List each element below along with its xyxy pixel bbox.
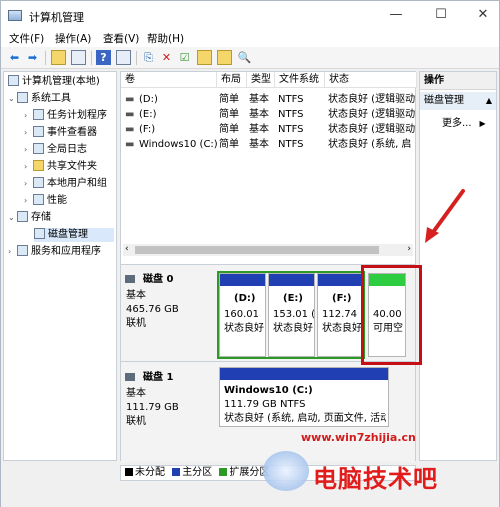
column-header-status[interactable]: 状态 xyxy=(325,72,417,88)
actions-header: 操作 xyxy=(420,72,496,90)
scrollbar-thumb[interactable] xyxy=(135,246,379,254)
column-header-layout[interactable]: 布局 xyxy=(217,72,247,88)
partition-c[interactable]: Windows10 (C:) 111.79 GB NTFS 状态良好 (系统, … xyxy=(219,367,389,427)
services-icon xyxy=(17,245,28,256)
folder-icon xyxy=(33,160,44,171)
forward-icon[interactable]: ➡ xyxy=(25,50,40,65)
search-icon[interactable]: 🔍 xyxy=(237,50,252,65)
chevron-down-icon[interactable]: ⌄ xyxy=(8,92,17,106)
tree-item-task-scheduler[interactable]: › 任务计划程序 xyxy=(24,109,107,123)
menu-help[interactable]: 帮助(H) xyxy=(147,31,184,46)
properties-icon[interactable] xyxy=(71,50,86,65)
computer-icon xyxy=(8,75,19,86)
chevron-right-icon[interactable]: › xyxy=(24,109,33,123)
computer-management-window: 计算机管理 — ☐ ✕ 文件(F) 操作(A) 查看(V) 帮助(H) ⬅ ➡ … xyxy=(0,0,500,507)
chevron-right-icon[interactable]: › xyxy=(24,126,33,140)
tree-services[interactable]: › 服务和应用程序 xyxy=(8,245,101,259)
computer-management-icon xyxy=(8,10,22,21)
highlight-box xyxy=(361,265,422,365)
delete-icon[interactable]: ✕ xyxy=(159,50,174,65)
red-arrow-icon xyxy=(425,189,465,243)
disk-icon xyxy=(125,275,135,283)
table-row[interactable]: ▬ (D:) 简单 基本 NTFS 状态良好 (逻辑驱动 xyxy=(121,92,415,107)
menu-file[interactable]: 文件(F) xyxy=(9,31,44,46)
collapse-icon[interactable]: ▲ xyxy=(486,92,492,110)
navigation-tree: 计算机管理(本地) ⌄ 系统工具 › 任务计划程序 › 事件查看器 › 全局日志 › 共享… xyxy=(3,71,117,461)
minimize-button[interactable]: — xyxy=(386,7,406,22)
table-row[interactable]: ▬ (E:) 简单 基本 NTFS 状态良好 (逻辑驱动 xyxy=(121,107,415,122)
tree-storage[interactable]: ⌄ 存储 xyxy=(8,211,51,225)
partition-f[interactable]: (F:) 112.74 状态良好 xyxy=(317,273,363,357)
tree-item-event-viewer[interactable]: › 事件查看器 xyxy=(24,126,97,140)
tree-item-shared-folders[interactable]: › 共享文件夹 xyxy=(24,160,97,174)
disk1-state: 联机 xyxy=(126,416,146,427)
column-header-type[interactable]: 类型 xyxy=(247,72,275,88)
disk0-state: 联机 xyxy=(126,318,146,329)
maximize-button[interactable]: ☐ xyxy=(431,7,451,22)
disk0-kind: 基本 xyxy=(126,290,146,301)
disk1-name: 磁盘 1 xyxy=(143,372,174,383)
disk1-size: 111.79 GB xyxy=(126,402,179,413)
storage-icon xyxy=(17,211,28,222)
window-title: 计算机管理 xyxy=(29,11,84,24)
scroll-right-icon[interactable]: › xyxy=(407,244,411,254)
view-icon[interactable] xyxy=(116,50,131,65)
table-row[interactable]: ▬ (F:) 简单 基本 NTFS 状态良好 (逻辑驱动 xyxy=(121,122,415,137)
event-icon xyxy=(33,126,44,137)
extended-swatch xyxy=(219,468,228,476)
chevron-right-icon[interactable]: › xyxy=(24,177,33,191)
scroll-left-icon[interactable]: ‹ xyxy=(125,244,129,254)
disk-icon xyxy=(34,228,45,239)
tree-system-tools[interactable]: ⌄ 系统工具 xyxy=(8,92,71,106)
tools-icon xyxy=(17,92,28,103)
performance-icon xyxy=(33,194,44,205)
connect-icon[interactable]: ⎘ xyxy=(141,50,156,65)
menu-bar: 文件(F) 操作(A) 查看(V) 帮助(H) xyxy=(1,29,499,47)
chevron-right-icon: ▶ xyxy=(479,119,486,128)
tree-item-local-users[interactable]: › 本地用户和组 xyxy=(24,177,107,191)
menu-action[interactable]: 操作(A) xyxy=(55,31,91,46)
watermark-brand: 电脑技术吧 xyxy=(313,465,438,493)
edit-icon[interactable] xyxy=(217,50,232,65)
up-folder-icon[interactable] xyxy=(51,50,66,65)
unallocated-swatch xyxy=(125,468,133,476)
menu-view[interactable]: 查看(V) xyxy=(103,31,139,46)
watermark-logo xyxy=(263,451,309,491)
users-icon xyxy=(33,177,44,188)
log-icon xyxy=(33,143,44,154)
chevron-right-icon[interactable]: › xyxy=(24,160,33,174)
new-icon[interactable] xyxy=(197,50,212,65)
chevron-right-icon[interactable]: › xyxy=(24,143,33,157)
toolbar: ⬅ ➡ ? ⎘ ✕ ☑ 🔍 xyxy=(1,47,499,69)
check-icon[interactable]: ☑ xyxy=(177,50,192,65)
close-button[interactable]: ✕ xyxy=(473,7,493,22)
actions-pane: 操作 磁盘管理 ▲ 更多... ▶ xyxy=(419,71,497,461)
primary-swatch xyxy=(172,468,181,476)
help-icon[interactable]: ? xyxy=(96,50,111,65)
clock-icon xyxy=(33,109,44,120)
partition-e[interactable]: (E:) 153.01 ( 状态良好 xyxy=(268,273,315,357)
chevron-right-icon[interactable]: › xyxy=(24,194,33,208)
disk0-size: 465.76 GB xyxy=(126,304,179,315)
tree-item-disk-management[interactable]: 磁盘管理 xyxy=(34,228,114,242)
chevron-right-icon[interactable]: › xyxy=(8,245,17,259)
column-header-filesystem[interactable]: 文件系统 xyxy=(275,72,325,88)
tree-root[interactable]: 计算机管理(本地) xyxy=(8,75,100,89)
tree-item-performance[interactable]: › 性能 xyxy=(24,194,67,208)
table-row[interactable]: ▬ Windows10 (C:) 简单 基本 NTFS 状态良好 (系统, 启 xyxy=(121,137,415,152)
horizontal-scrollbar[interactable]: ‹ › xyxy=(123,244,413,256)
actions-disk-management[interactable]: 磁盘管理 ▲ xyxy=(420,92,496,110)
disk0-name: 磁盘 0 xyxy=(143,274,174,285)
back-icon[interactable]: ⬅ xyxy=(7,50,22,65)
column-header-volume[interactable]: 卷 xyxy=(121,72,217,88)
title-bar: 计算机管理 — ☐ ✕ xyxy=(1,1,499,29)
chevron-down-icon[interactable]: ⌄ xyxy=(8,211,17,225)
tree-item-global-log[interactable]: › 全局日志 xyxy=(24,143,87,157)
disk-icon xyxy=(125,373,135,381)
more-actions[interactable]: 更多... ▶ xyxy=(442,114,486,129)
disk1-kind: 基本 xyxy=(126,388,146,399)
partition-d[interactable]: (D:) 160.01 状态良好 xyxy=(219,273,266,357)
watermark-url: www.win7zhijia.cn xyxy=(301,431,416,444)
